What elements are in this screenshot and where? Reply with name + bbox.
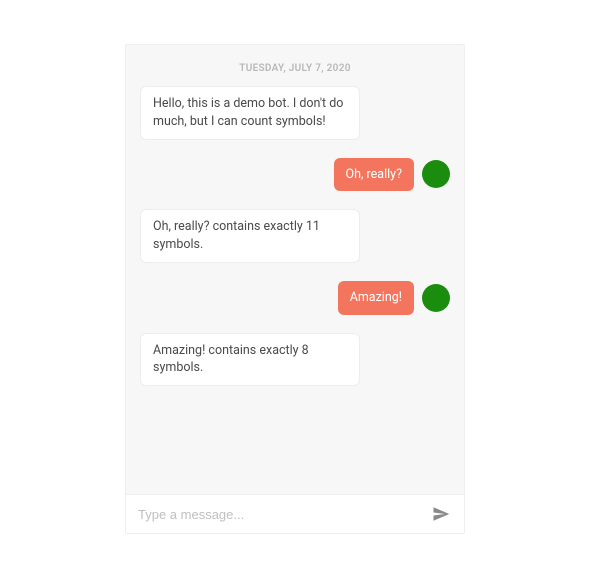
user-message-bubble: Amazing! <box>338 281 414 315</box>
send-button[interactable] <box>430 505 452 523</box>
message-row: Amazing! contains exactly 8 symbols. <box>140 333 450 387</box>
date-divider: TUESDAY, JULY 7, 2020 <box>126 45 464 86</box>
messages-list: Hello, this is a demo bot. I don't do mu… <box>126 86 464 494</box>
message-row: Amazing! <box>140 281 450 315</box>
send-icon <box>432 505 450 523</box>
message-row: Hello, this is a demo bot. I don't do mu… <box>140 86 450 140</box>
message-input-bar <box>126 494 464 533</box>
user-message-bubble: Oh, really? <box>334 158 415 192</box>
message-input[interactable] <box>138 507 430 522</box>
message-row: Oh, really? <box>140 158 450 192</box>
message-row: Oh, really? contains exactly 11 symbols. <box>140 209 450 263</box>
chat-window: TUESDAY, JULY 7, 2020 Hello, this is a d… <box>125 44 465 534</box>
user-avatar <box>422 160 450 188</box>
user-avatar <box>422 284 450 312</box>
bot-message-bubble: Oh, really? contains exactly 11 symbols. <box>140 209 360 263</box>
bot-message-bubble: Amazing! contains exactly 8 symbols. <box>140 333 360 387</box>
bot-message-bubble: Hello, this is a demo bot. I don't do mu… <box>140 86 360 140</box>
